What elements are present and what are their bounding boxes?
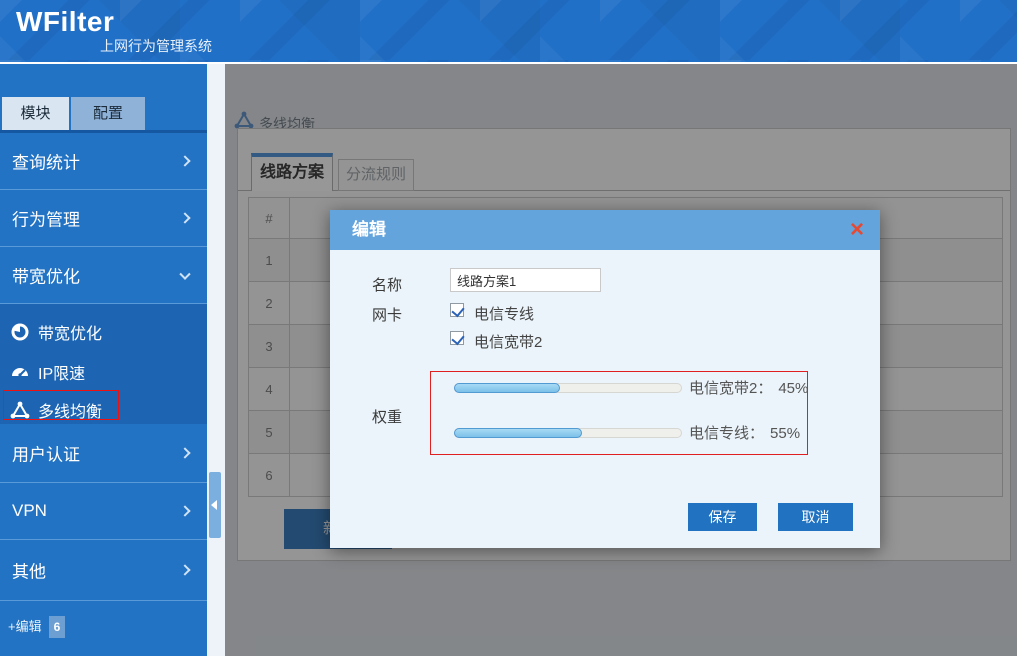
sidebar-item-label: 用户认证 bbox=[12, 441, 80, 466]
weight-nic-name: 电信专线： bbox=[689, 425, 764, 442]
save-button[interactable]: 保存 bbox=[688, 503, 757, 531]
nic-option-label: 电信宽带2 bbox=[474, 331, 542, 352]
chevron-right-icon bbox=[179, 155, 190, 166]
sidebar-item-vpn[interactable]: VPN bbox=[0, 483, 207, 540]
slider-fill[interactable] bbox=[454, 383, 560, 393]
checkbox-checked[interactable] bbox=[450, 331, 464, 345]
sidebar-item-label: 其他 bbox=[12, 558, 46, 583]
weight-percent: 45% bbox=[778, 380, 808, 397]
edit-count-badge: 6 bbox=[49, 616, 66, 638]
sidebar-submenu: 带宽优化 IP限速 多线均衡 bbox=[0, 304, 207, 424]
checkbox-checked[interactable] bbox=[450, 303, 464, 317]
collapse-left-icon bbox=[211, 500, 217, 510]
name-label: 名称 bbox=[372, 274, 402, 295]
weight-group-outline: 电信宽带2： 45% 电信专线： 55% bbox=[430, 371, 808, 455]
chevron-right-icon bbox=[179, 447, 190, 458]
app-subtitle: 上网行为管理系统 bbox=[100, 36, 212, 56]
sidebar-gap bbox=[207, 64, 225, 656]
sidebar-item-label: 查询统计 bbox=[12, 149, 80, 174]
name-input[interactable] bbox=[450, 268, 601, 292]
chevron-down-icon bbox=[179, 269, 190, 280]
sidebar-item-other[interactable]: 其他 bbox=[0, 540, 207, 601]
weight-label: 权重 bbox=[372, 406, 402, 427]
tab-config[interactable]: 配置 bbox=[71, 97, 145, 130]
submenu-item-ip-limit[interactable]: IP限速 bbox=[0, 356, 207, 388]
submenu-item-bandwidth-opt[interactable]: 带宽优化 bbox=[0, 316, 207, 348]
cancel-button[interactable]: 取消 bbox=[778, 503, 853, 531]
chevron-right-icon bbox=[179, 212, 190, 223]
sidebar-item-user-auth[interactable]: 用户认证 bbox=[0, 424, 207, 483]
sidebar-item-bandwidth-opt[interactable]: 带宽优化 bbox=[0, 247, 207, 304]
app-logo: WFilter bbox=[16, 6, 114, 38]
weight-nic-name: 电信宽带2： bbox=[689, 380, 772, 397]
dialog-header: 编辑 × bbox=[330, 210, 880, 250]
sidebar-collapse-handle[interactable] bbox=[209, 472, 221, 538]
sidebar-item-query-stats[interactable]: 查询统计 bbox=[0, 133, 207, 190]
slider-fill[interactable] bbox=[454, 428, 582, 438]
tab-module[interactable]: 模块 bbox=[2, 97, 69, 130]
weight-value-label: 电信专线： 55% bbox=[689, 422, 800, 443]
circle-icon bbox=[10, 322, 30, 342]
sidebar-item-label: 行为管理 bbox=[12, 206, 80, 231]
edit-label: +编辑 bbox=[8, 619, 42, 634]
weight-percent: 55% bbox=[770, 425, 800, 442]
close-icon[interactable]: × bbox=[850, 214, 864, 246]
selected-item-outline bbox=[3, 390, 119, 420]
nic-option-label: 电信专线 bbox=[474, 303, 534, 324]
chevron-right-icon bbox=[179, 505, 190, 516]
weight-slider[interactable] bbox=[454, 383, 682, 393]
app-header: WFilter 上网行为管理系统 bbox=[0, 0, 1017, 62]
dialog-title: 编辑 bbox=[352, 210, 386, 250]
submenu-item-label: 带宽优化 bbox=[38, 320, 102, 344]
edit-dialog: 编辑 × 名称 网卡 电信专线 电信宽带2 权重 电信宽带2： 45% 电信专线：… bbox=[330, 210, 880, 548]
sidebar-item-label: 带宽优化 bbox=[12, 263, 80, 288]
chevron-right-icon bbox=[179, 564, 190, 575]
weight-value-label: 电信宽带2： 45% bbox=[689, 377, 808, 398]
sidebar: 模块 配置 查询统计 行为管理 带宽优化 带宽优化 IP限速 多线 bbox=[0, 64, 207, 656]
sidebar-item-label: VPN bbox=[12, 501, 47, 521]
sidebar-item-behavior-mgmt[interactable]: 行为管理 bbox=[0, 190, 207, 247]
sidebar-edit-link[interactable]: +编辑 6 bbox=[8, 616, 65, 636]
weight-slider[interactable] bbox=[454, 428, 682, 438]
gauge-icon bbox=[10, 362, 30, 382]
nic-label: 网卡 bbox=[372, 304, 402, 325]
check-icon bbox=[451, 332, 464, 346]
submenu-item-label: IP限速 bbox=[38, 360, 85, 384]
check-icon bbox=[451, 304, 464, 318]
